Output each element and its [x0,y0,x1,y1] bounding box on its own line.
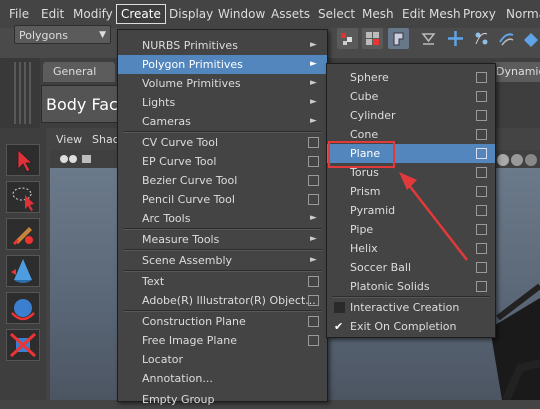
menu-mesh[interactable]: Mesh [362,7,394,21]
menu-item-sphere[interactable]: Sphere [327,68,495,87]
menu-item-exit-on-completion[interactable]: ✔ Exit On Completion [327,317,495,336]
option-box-icon[interactable] [476,243,487,254]
menu-display[interactable]: Display [169,7,213,21]
option-box-icon[interactable] [308,295,319,306]
option-box-icon[interactable] [476,72,487,83]
move-tool-icon[interactable] [6,255,40,287]
menu-item-cylinder[interactable]: Cylinder [327,106,495,125]
menu-item-volume-primitives[interactable]: Volume Primitives ► [118,74,327,93]
option-box-icon[interactable] [308,137,319,148]
option-box-icon[interactable] [476,205,487,216]
menu-item-nurbs-primitives[interactable]: NURBS Primitives ► [118,36,327,55]
option-box-icon[interactable] [476,110,487,121]
menu-file[interactable]: File [9,7,29,21]
submenu-arrow-icon: ► [310,213,317,223]
selection-field[interactable]: Body Face [41,85,121,123]
submenu-arrow-icon: ► [310,78,317,88]
option-box-icon[interactable] [476,186,487,197]
menu-item-scene-assembly[interactable]: Scene Assembly ► [118,251,327,270]
option-box-icon[interactable] [476,167,487,178]
tab-dynamics[interactable]: Dynamics [493,62,540,82]
menu-item-cube[interactable]: Cube [327,87,495,106]
select-by-component-icon[interactable] [362,28,383,49]
menu-item-adobe-illustrator-object[interactable]: Adobe(R) Illustrator(R) Object... [118,291,327,310]
option-box-icon[interactable] [308,194,319,205]
viewport-menu-view[interactable]: View [56,133,82,146]
mode-select-value: Polygons [19,29,68,42]
menu-item-construction-plane[interactable]: Construction Plane [118,312,327,331]
lasso-tool-icon[interactable] [6,181,40,213]
chevron-down-icon: ▼ [99,30,106,40]
menu-item-bezier-curve-tool[interactable]: Bezier Curve Tool [118,171,327,190]
paint-select-tool-icon[interactable] [6,218,40,250]
snap-to-view-plane-icon[interactable] [521,28,540,49]
submenu-arrow-icon: ► [310,116,317,126]
submenu-arrow-icon: ► [310,40,317,50]
snap-to-surface-icon[interactable] [496,28,517,49]
menu-normals[interactable]: Normal [506,7,540,21]
menu-item-text[interactable]: Text [118,272,327,291]
menu-assets[interactable]: Assets [271,7,310,21]
menu-item-platonic-solids[interactable]: Platonic Solids [327,277,495,296]
option-box-icon[interactable] [308,335,319,346]
viewport-menu-shading[interactable]: Shad [92,133,120,146]
snap-icon[interactable] [388,28,409,49]
menu-item-ep-curve-tool[interactable]: EP Curve Tool [118,152,327,171]
submenu-arrow-icon: ► [310,255,317,265]
menu-item-measure-tools[interactable]: Measure Tools ► [118,230,327,249]
option-box-icon[interactable] [476,129,487,140]
rotate-tool-icon[interactable] [6,292,40,324]
shelf-grip-handle[interactable] [14,62,34,124]
menu-edit-mesh[interactable]: Edit Mesh [402,7,461,21]
option-box-icon[interactable] [308,175,319,186]
option-box-icon[interactable] [476,91,487,102]
select-by-object-icon[interactable] [337,28,358,49]
submenu-arrow-icon: ► [310,97,317,107]
highlight-annotation-box [328,141,395,168]
menu-modify[interactable]: Modify [73,7,113,21]
snap-to-curve-icon[interactable] [471,28,492,49]
menu-create[interactable]: Create [116,4,166,24]
history-icon[interactable] [418,28,439,49]
create-menu: NURBS Primitives ► Polygon Primitives ► Vo… [117,29,328,406]
menu-item-free-image-plane[interactable]: Free Image Plane [118,331,327,350]
menu-item-cameras[interactable]: Cameras ► [118,112,327,131]
menu-item-locator[interactable]: Locator [118,350,327,369]
menu-item-arc-tools[interactable]: Arc Tools ► [118,209,327,228]
submenu-arrow-icon: ► [310,59,317,69]
tab-general[interactable]: General [43,62,115,82]
option-box-icon[interactable] [476,224,487,235]
option-box-icon[interactable] [476,148,487,159]
menu-proxy[interactable]: Proxy [463,7,496,21]
option-box-icon[interactable] [308,276,319,287]
menu-item-cv-curve-tool[interactable]: CV Curve Tool [118,133,327,152]
submenu-arrow-icon: ► [310,234,317,244]
checkmark-icon[interactable]: ✔ [334,317,343,336]
select-tool-icon[interactable] [6,144,40,176]
option-box-icon[interactable] [476,281,487,292]
menu-edit[interactable]: Edit [41,7,64,21]
menu-select[interactable]: Select [318,7,355,21]
menu-item-annotation[interactable]: Annotation... [118,369,327,388]
mode-select[interactable]: Polygons ▼ [14,25,111,44]
option-box-icon[interactable] [308,156,319,167]
menu-item-interactive-creation[interactable]: Interactive Creation [327,298,495,317]
camera-icon[interactable] [58,152,118,166]
annotation-arrow-icon [399,172,468,261]
shading-ball-icon[interactable] [495,151,540,167]
move-tool-icon[interactable] [445,28,466,49]
menu-item-polygon-primitives[interactable]: Polygon Primitives ► [118,55,327,74]
menu-item-pencil-curve-tool[interactable]: Pencil Curve Tool [118,190,327,209]
menu-window[interactable]: Window [218,7,265,21]
option-box-icon[interactable] [476,262,487,273]
option-box-icon[interactable] [308,316,319,327]
menu-item-lights[interactable]: Lights ► [118,93,327,112]
checkbox-unchecked-icon[interactable] [334,302,345,313]
scale-tool-icon[interactable] [6,329,40,361]
